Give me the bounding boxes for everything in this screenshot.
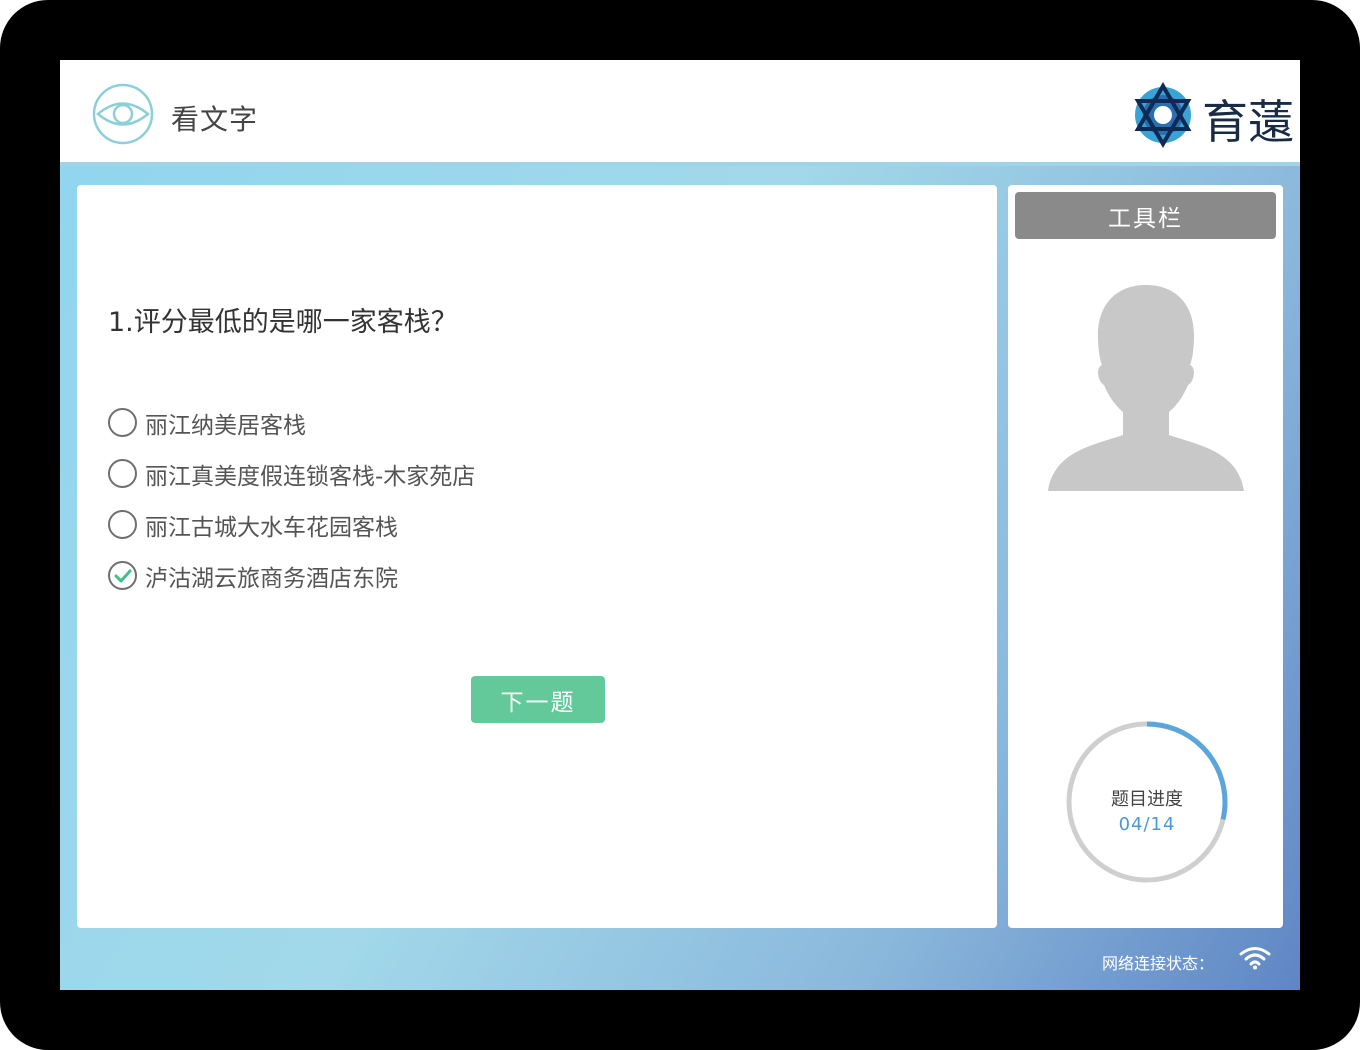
eye-icon: [92, 83, 154, 145]
option-item[interactable]: 丽江纳美居客栈: [108, 397, 475, 448]
option-item-selected[interactable]: 泸沽湖云旅商务酒店东院: [108, 550, 475, 601]
option-label: 丽江古城大水车花园客栈: [145, 514, 398, 541]
radio-button[interactable]: [108, 459, 137, 488]
radio-button[interactable]: [108, 408, 137, 437]
option-item[interactable]: 丽江真美度假连锁客栈-木家苑店: [108, 448, 475, 499]
logo-text: 育薳: [1202, 95, 1294, 149]
option-label: 泸沽湖云旅商务酒店东院: [145, 565, 398, 592]
toolbar-header[interactable]: 工具栏: [1015, 192, 1276, 239]
progress-label: 题目进度: [1111, 789, 1183, 810]
option-label: 丽江纳美居客栈: [145, 412, 306, 439]
option-list: 丽江纳美居客栈 丽江真美度假连锁客栈-木家苑店 丽江古城大水车花园客栈 泸沽湖云…: [108, 397, 475, 601]
app-title: 看文字: [171, 103, 259, 136]
device-frame: 看文字 育薳 1.评分最低的是哪一家客栈？ 丽江纳美居客栈 丽江真美度假连锁客栈: [0, 0, 1360, 1050]
option-label: 丽江真美度假连锁客栈-木家苑店: [145, 463, 476, 490]
app-header: 看文字 育薳: [60, 60, 1300, 166]
progress-value: 04/14: [1118, 814, 1176, 835]
logo-icon: [1134, 82, 1192, 148]
radio-button-checked[interactable]: [108, 561, 137, 590]
network-status-label: 网络连接状态：: [1102, 954, 1215, 973]
toolbar-panel: 工具栏 题目进度 04/14: [1008, 185, 1283, 928]
check-icon: [114, 569, 132, 583]
option-item[interactable]: 丽江古城大水车花园客栈: [108, 499, 475, 550]
user-silhouette-icon: [1048, 285, 1244, 491]
screen: 看文字 育薳 1.评分最低的是哪一家客栈？ 丽江纳美居客栈 丽江真美度假连锁客栈: [60, 60, 1300, 990]
wifi-icon: [1239, 947, 1271, 970]
next-question-button[interactable]: 下一题: [471, 676, 605, 723]
question-text: 1.评分最低的是哪一家客栈？: [108, 307, 458, 338]
radio-button[interactable]: [108, 510, 137, 539]
question-card: 1.评分最低的是哪一家客栈？ 丽江纳美居客栈 丽江真美度假连锁客栈-木家苑店 丽…: [77, 185, 997, 928]
